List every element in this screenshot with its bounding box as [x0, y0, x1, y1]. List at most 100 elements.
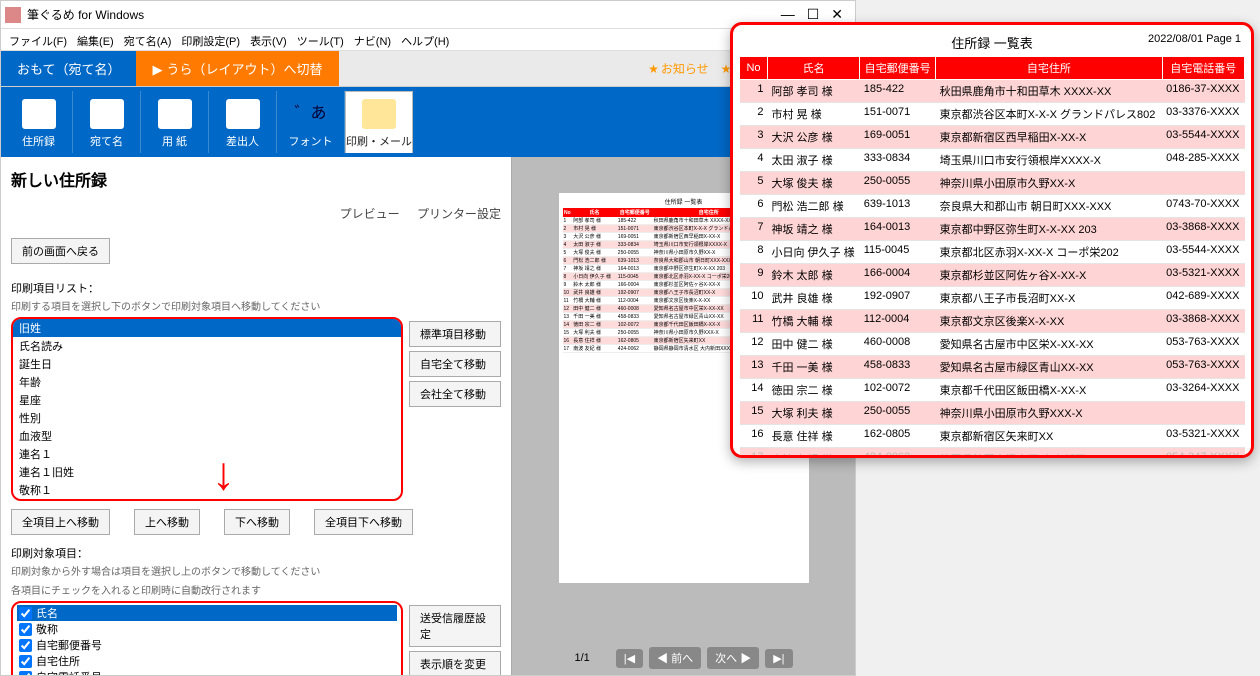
- menu-item[interactable]: ファイル(F): [9, 33, 67, 46]
- target-item[interactable]: 氏名: [17, 605, 397, 621]
- target-item[interactable]: 自宅郵便番号: [17, 637, 397, 653]
- app-icon: [5, 7, 21, 23]
- target-item[interactable]: 自宅電話番号: [17, 669, 397, 675]
- cell: 5: [740, 172, 768, 195]
- target-checkbox[interactable]: [19, 639, 32, 652]
- printer-settings-link[interactable]: プリンター設定: [417, 207, 501, 221]
- cell: 東京都新宿区西早稲田X-XX-X: [936, 126, 1162, 149]
- table-row: 13千田 一美 様458-0833愛知県名古屋市緑区青山XX-XX053-763…: [740, 356, 1245, 379]
- table-row: 2市村 晃 様151-0071東京都渋谷区本町X-X-X グランドパレス8020…: [740, 103, 1245, 126]
- cell: 門松 浩二郎 様: [768, 195, 860, 218]
- nav-prev[interactable]: ◀ 前へ: [649, 647, 701, 669]
- col-header: 自宅郵便番号: [860, 57, 936, 80]
- cell: 小日向 伊久子 様: [768, 241, 860, 264]
- back-button[interactable]: 前の画面へ戻る: [11, 238, 110, 264]
- menu-item[interactable]: 印刷設定(P): [181, 33, 240, 46]
- cell: 15: [740, 402, 768, 425]
- cell: 14: [740, 379, 768, 402]
- source-listbox[interactable]: 旧姓氏名読み誕生日年齢星座性別血液型連名１連名１旧姓敬称１: [11, 317, 403, 501]
- nav-next[interactable]: 次へ ▶: [707, 647, 759, 669]
- tool-font[interactable]: ゛あフォント: [277, 91, 345, 153]
- move-button[interactable]: 上へ移動: [134, 509, 200, 535]
- target-checkbox[interactable]: [19, 607, 32, 620]
- tool-addrbook[interactable]: 住所録: [5, 91, 73, 153]
- cell: 053-763-XXXX: [1162, 356, 1244, 379]
- table-row: 15大塚 利夫 様250-0055神奈川県小田原市久野XXX-X: [740, 402, 1245, 425]
- menu-item[interactable]: 宛て名(A): [124, 33, 172, 46]
- side-button[interactable]: 標準項目移動: [409, 321, 501, 347]
- cell: 053-763-XXXX: [1162, 333, 1244, 356]
- source-item[interactable]: 敬称１: [13, 481, 401, 499]
- cell: 南波 友紀 様: [768, 448, 860, 459]
- cell: 東京都渋谷区本町X-X-X グランドパレス802: [936, 103, 1162, 126]
- tool-atena[interactable]: 宛て名: [73, 91, 141, 153]
- cell: 639-1013: [860, 195, 936, 218]
- cell: 162-0805: [860, 425, 936, 448]
- cell: 460-0008: [860, 333, 936, 356]
- tab-back[interactable]: ▶うら（レイアウト）へ切替: [136, 51, 338, 86]
- move-button[interactable]: 全項目下へ移動: [314, 509, 413, 535]
- target-item-label: 氏名: [36, 605, 58, 621]
- table-row: 1阿部 孝司 様185-422秋田県鹿角市十和田草木 XXXX-XX0186-3…: [740, 80, 1245, 103]
- page-indicator: 1/1: [574, 652, 589, 664]
- source-item[interactable]: 氏名読み: [13, 337, 401, 355]
- target-item[interactable]: 自宅住所: [17, 653, 397, 669]
- toolbar: 住所録宛て名用 紙差出人゛あフォント印刷・メール: [1, 87, 855, 157]
- move-button[interactable]: 下へ移動: [224, 509, 290, 535]
- cell: 03-5544-XXXX: [1162, 126, 1244, 149]
- minimize-button[interactable]: —: [781, 6, 795, 23]
- tab-front[interactable]: おもて（宛て名）: [1, 51, 136, 86]
- cell: 7: [740, 218, 768, 241]
- tool-sender[interactable]: 差出人: [209, 91, 277, 153]
- cell: 169-0051: [860, 126, 936, 149]
- menu-item[interactable]: 編集(E): [77, 33, 114, 46]
- source-item[interactable]: 旧姓: [13, 319, 401, 337]
- table-row: 4太田 淑子 様333-0834埼玉県川口市安行領根岸XXXX-X048-285…: [740, 149, 1245, 172]
- cell: 神坂 靖之 様: [768, 218, 860, 241]
- nav-last[interactable]: ▶|: [765, 649, 792, 668]
- nav-first[interactable]: |◀: [616, 649, 643, 668]
- tool-print[interactable]: 印刷・メール: [345, 91, 413, 153]
- source-item[interactable]: 連名１: [13, 445, 401, 463]
- table-row: 8小日向 伊久子 様115-0045東京都北区赤羽X-XX-X コーポ栄2020…: [740, 241, 1245, 264]
- source-item[interactable]: 年齢: [13, 373, 401, 391]
- target-help2: 各項目にチェックを入れると印刷時に自動改行されます: [11, 582, 501, 597]
- target-side-button[interactable]: 表示順を変更↑: [409, 651, 501, 675]
- side-button[interactable]: 自宅全て移動: [409, 351, 501, 377]
- source-item[interactable]: 星座: [13, 391, 401, 409]
- side-button[interactable]: 会社全て移動: [409, 381, 501, 407]
- target-checklist[interactable]: 氏名敬称自宅郵便番号自宅住所自宅電話番号: [11, 601, 403, 675]
- source-item[interactable]: 誕生日: [13, 355, 401, 373]
- target-checkbox[interactable]: [19, 671, 32, 676]
- cell: 03-5544-XXXX: [1162, 241, 1244, 264]
- preview-link[interactable]: プレビュー: [340, 207, 400, 221]
- cell: 神奈川県小田原市久野XX-X: [936, 172, 1162, 195]
- close-button[interactable]: ✕: [831, 6, 843, 23]
- target-side-button[interactable]: 送受信履歴設定: [409, 605, 501, 647]
- target-item[interactable]: 敬称: [17, 621, 397, 637]
- maximize-button[interactable]: ☐: [807, 6, 820, 23]
- cell: 10: [740, 287, 768, 310]
- tool-paper[interactable]: 用 紙: [141, 91, 209, 153]
- source-item[interactable]: 性別: [13, 409, 401, 427]
- target-checkbox[interactable]: [19, 623, 32, 636]
- target-checkbox[interactable]: [19, 655, 32, 668]
- cell: 1: [740, 80, 768, 103]
- cell: 03-3264-XXXX: [1162, 379, 1244, 402]
- source-item[interactable]: 血液型: [13, 427, 401, 445]
- cell: 愛知県名古屋市緑区青山XX-XX: [936, 356, 1162, 379]
- cell: 166-0004: [860, 264, 936, 287]
- table-row: 7神坂 靖之 様164-0013東京都中野区弥生町X-X-XX 20303-38…: [740, 218, 1245, 241]
- source-item[interactable]: 連名１旧姓: [13, 463, 401, 481]
- titlebar: 筆ぐるめ for Windows — ☐ ✕: [1, 1, 855, 29]
- cell: 愛知県名古屋市中区栄X-XX-XX: [936, 333, 1162, 356]
- menu-item[interactable]: ヘルプ(H): [401, 33, 449, 46]
- menu-item[interactable]: 表示(V): [250, 33, 287, 46]
- cell: 2: [740, 103, 768, 126]
- cell: 3: [740, 126, 768, 149]
- menu-item[interactable]: ツール(T): [297, 33, 344, 46]
- menu-item[interactable]: ナビ(N): [354, 33, 391, 46]
- move-button[interactable]: 全項目上へ移動: [11, 509, 110, 535]
- link-news[interactable]: ★お知らせ: [648, 60, 711, 77]
- cell: 奈良県大和郡山市 朝日町XXX-XXX: [936, 195, 1162, 218]
